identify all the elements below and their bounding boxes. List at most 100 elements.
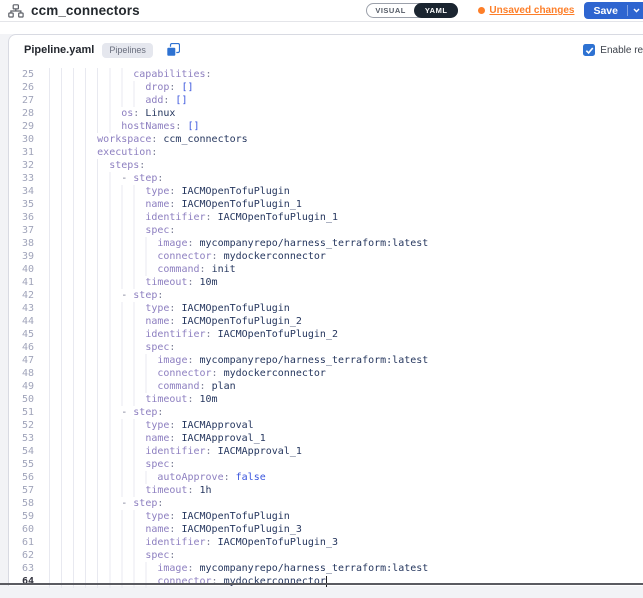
save-dropdown-chevron[interactable] [628,8,643,13]
code-line[interactable]: 39connector:mydockerconnector [9,250,643,263]
code-line[interactable]: 33-step: [9,172,643,185]
line-number: 40 [9,263,34,276]
code-line[interactable]: 26drop:[] [9,81,643,94]
save-button[interactable]: Save [584,5,627,17]
line-number: 35 [9,198,34,211]
line-number: 49 [9,380,34,393]
code-line[interactable]: 37spec: [9,224,643,237]
code-line[interactable]: 42-step: [9,289,643,302]
pipeline-title: ccm_connectors [31,3,366,18]
line-number: 50 [9,393,34,406]
line-number: 41 [9,276,34,289]
line-number: 64 [9,575,34,588]
page-background: Pipeline.yaml Pipelines Enable read/ 25c… [0,34,643,598]
code-line[interactable]: 54identifier:IACMApproval_1 [9,445,643,458]
code-line[interactable]: 46spec: [9,341,643,354]
line-number: 39 [9,250,34,263]
line-number: 63 [9,562,34,575]
line-number: 58 [9,497,34,510]
line-number: 45 [9,328,34,341]
code-line[interactable]: 28os:Linux [9,107,643,120]
code-line[interactable]: 58-step: [9,497,643,510]
line-number: 44 [9,315,34,328]
line-number: 57 [9,484,34,497]
line-number: 54 [9,445,34,458]
copy-icon[interactable] [166,43,180,57]
line-number: 30 [9,133,34,146]
visual-yaml-toggle: VISUAL YAML [366,3,458,18]
line-number: 46 [9,341,34,354]
text-cursor [326,576,327,587]
code-line[interactable]: 57timeout:1h [9,484,643,497]
save-split-button: Save [584,2,643,19]
code-line[interactable]: 60name:IACMOpenTofuPlugin_3 [9,523,643,536]
code-line[interactable]: 44name:IACMOpenTofuPlugin_2 [9,315,643,328]
code-line[interactable]: 35name:IACMOpenTofuPlugin_1 [9,198,643,211]
line-number: 31 [9,146,34,159]
code-line[interactable]: 48connector:mydockerconnector [9,367,643,380]
line-number: 53 [9,432,34,445]
line-number: 27 [9,94,34,107]
line-number: 28 [9,107,34,120]
code-line[interactable]: 55spec: [9,458,643,471]
code-line[interactable]: 45identifier:IACMOpenTofuPlugin_2 [9,328,643,341]
code-line[interactable]: 40command:init [9,263,643,276]
code-line[interactable]: 61identifier:IACMOpenTofuPlugin_3 [9,536,643,549]
code-line[interactable]: 59type:IACMOpenTofuPlugin [9,510,643,523]
code-line[interactable]: 32steps: [9,159,643,172]
yaml-editor-panel: Pipeline.yaml Pipelines Enable read/ 25c… [8,34,643,586]
enable-edit-label: Enable read/ [600,45,643,56]
code-line[interactable]: 38image:mycompanyrepo/harness_terraform:… [9,237,643,250]
code-line[interactable]: 63image:mycompanyrepo/harness_terraform:… [9,562,643,575]
line-number: 42 [9,289,34,302]
line-number: 25 [9,68,34,81]
code-line[interactable]: 30workspace:ccm_connectors [9,133,643,146]
pipeline-icon [8,4,24,18]
code-lines: 25capabilities:26drop:[]27add:[]28os:Lin… [9,68,643,588]
code-line[interactable]: 41timeout:10m [9,276,643,289]
line-number: 37 [9,224,34,237]
toggle-visual[interactable]: VISUAL [367,4,414,17]
enable-edit-checkbox[interactable] [583,44,595,56]
line-number: 29 [9,120,34,133]
line-number: 52 [9,419,34,432]
code-line[interactable]: 56autoApprove:false [9,471,643,484]
file-name: Pipeline.yaml [24,44,94,56]
code-line[interactable]: 53name:IACMApproval_1 [9,432,643,445]
line-number: 62 [9,549,34,562]
code-line[interactable]: 36identifier:IACMOpenTofuPlugin_1 [9,211,643,224]
line-number: 60 [9,523,34,536]
line-number: 43 [9,302,34,315]
code-line[interactable]: 52type:IACMApproval [9,419,643,432]
code-line[interactable]: 34type:IACMOpenTofuPlugin [9,185,643,198]
enable-edit-control: Enable read/ [583,44,643,56]
unsaved-dot-icon [478,7,485,14]
unsaved-changes-link[interactable]: Unsaved changes [478,5,574,16]
code-line[interactable]: 64connector:mydockerconnector [9,575,643,588]
line-number: 59 [9,510,34,523]
yaml-editor[interactable]: 25capabilities:26drop:[]27add:[]28os:Lin… [9,65,643,588]
line-number: 38 [9,237,34,250]
code-line[interactable]: 43type:IACMOpenTofuPlugin [9,302,643,315]
line-number: 36 [9,211,34,224]
line-number: 51 [9,406,34,419]
code-line[interactable]: 29hostNames:[] [9,120,643,133]
line-number: 32 [9,159,34,172]
code-line[interactable]: 50timeout:10m [9,393,643,406]
line-number: 33 [9,172,34,185]
line-number: 34 [9,185,34,198]
toggle-yaml[interactable]: YAML [414,3,459,18]
code-line[interactable]: 49command:plan [9,380,643,393]
line-number: 48 [9,367,34,380]
code-line[interactable]: 62spec: [9,549,643,562]
code-line[interactable]: 27add:[] [9,94,643,107]
line-number: 55 [9,458,34,471]
line-number: 56 [9,471,34,484]
code-line[interactable]: 51-step: [9,406,643,419]
line-number: 47 [9,354,34,367]
code-line[interactable]: 31execution: [9,146,643,159]
pipelines-badge: Pipelines [102,43,153,58]
code-line[interactable]: 25capabilities: [9,68,643,81]
line-number: 26 [9,81,34,94]
code-line[interactable]: 47image:mycompanyrepo/harness_terraform:… [9,354,643,367]
